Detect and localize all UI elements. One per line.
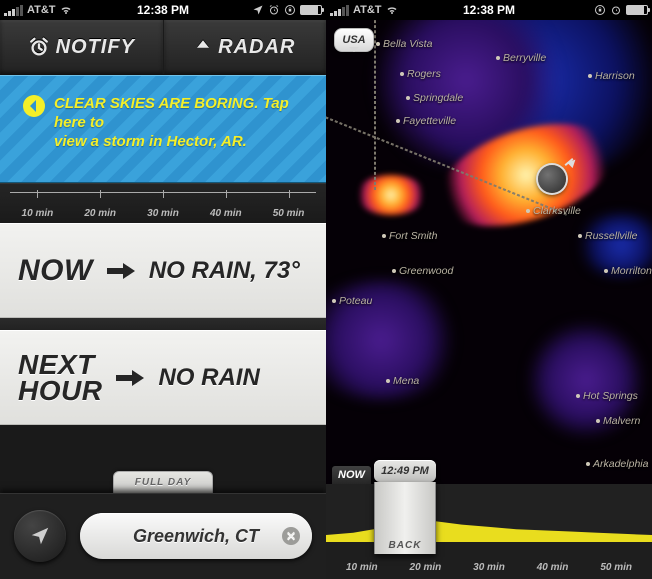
map-city-label: Fayetteville [396, 115, 456, 127]
battery-icon [626, 5, 648, 15]
status-bar: AT&T 12:38 PM [0, 0, 326, 20]
radar-ticks: 10 min 20 min 30 min 40 min 50 min [326, 562, 652, 573]
full-day-handle[interactable]: FULL DAY [113, 471, 213, 493]
radar-map[interactable]: USA Bella Vista Rogers Springdale Fayett… [326, 20, 652, 579]
tick: 20 min [394, 562, 458, 573]
orientation-lock-icon [284, 4, 296, 16]
alarm-icon [28, 36, 50, 58]
locate-button[interactable] [14, 510, 66, 562]
location-arrow-icon [29, 525, 51, 547]
map-city-label: Rogers [400, 68, 441, 80]
next-hour-value: NO RAIN [158, 364, 259, 392]
intensity-chart[interactable]: 12:49 PM BACK [326, 484, 652, 542]
now-tag: NOW [332, 466, 371, 484]
row-now[interactable]: NOW NO RAIN, 73° [0, 223, 326, 318]
carrier-label: AT&T [353, 4, 382, 16]
map-city-label: Springdale [406, 92, 463, 104]
now-value: NO RAIN, 73° [149, 257, 300, 285]
tick: 10 min [330, 562, 394, 573]
tick: 50 min [257, 208, 320, 219]
screen-radar: AT&T 12:38 PM USA Bella Vista Rogers Spr… [326, 0, 652, 579]
tick: 40 min [194, 208, 257, 219]
header-tabs: NOTIFY RADAR [0, 20, 326, 75]
hour-timeline[interactable]: 10 min 20 min 30 min 40 min 50 min [0, 183, 326, 223]
clear-location-button[interactable]: ✕ [282, 527, 300, 545]
location-pill[interactable]: Greenwich, CT ✕ [80, 513, 312, 559]
map-city-label: Mena [386, 375, 419, 387]
scrubber[interactable]: 12:49 PM BACK [374, 460, 436, 554]
map-city-label: Greenwood [392, 265, 453, 277]
tab-notify[interactable]: NOTIFY [0, 20, 164, 74]
radar-timeline: NOW 12:49 PM BACK 10 min 20 min 30 min 4… [326, 484, 652, 579]
location-text: Greenwich, CT [133, 526, 259, 547]
screen-main: AT&T 12:38 PM NOTIFY RADAR CLEAR SKIES A… [0, 0, 326, 579]
map-center-marker[interactable] [538, 165, 566, 193]
arrow-right-icon [107, 261, 135, 281]
location-services-icon [252, 4, 264, 16]
map-city-label: Bella Vista [376, 38, 432, 50]
map-city-label: Fort Smith [382, 230, 437, 242]
alarm-status-icon [268, 4, 280, 16]
now-label: NOW [18, 257, 93, 284]
tick: 30 min [457, 562, 521, 573]
tab-radar[interactable]: RADAR [164, 20, 327, 74]
banner-text: CLEAR SKIES ARE BORING. Tap here to view… [54, 94, 304, 151]
alarm-status-icon [610, 4, 622, 16]
arrow-left-circle-icon [22, 94, 46, 118]
map-city-label: Russellville [578, 230, 638, 242]
storm-banner[interactable]: CLEAR SKIES ARE BORING. Tap here to view… [0, 75, 326, 183]
signal-icon [330, 5, 349, 16]
zoom-out-usa-button[interactable]: USA [334, 28, 374, 52]
status-bar: AT&T 12:38 PM [326, 0, 652, 20]
tick: 50 min [584, 562, 648, 573]
tick: 30 min [132, 208, 195, 219]
scrubber-time: 12:49 PM [374, 460, 436, 482]
map-city-label: Berryville [496, 52, 546, 64]
tick: 20 min [69, 208, 132, 219]
map-city-label: Morrilton [604, 265, 652, 277]
map-city-label: Hot Springs [576, 390, 638, 402]
arrow-right-icon [116, 368, 144, 388]
next-hour-label: NEXT HOUR [18, 352, 102, 402]
signal-icon [4, 5, 23, 16]
battery-icon [300, 5, 322, 15]
tick: 40 min [521, 562, 585, 573]
map-city-label: Poteau [332, 295, 372, 307]
map-city-label: Malvern [596, 415, 640, 427]
map-city-label: Harrison [588, 70, 635, 82]
carrier-label: AT&T [27, 4, 56, 16]
tab-radar-label: RADAR [218, 36, 295, 59]
back-button[interactable]: BACK [374, 482, 436, 554]
wifi-icon [60, 4, 72, 16]
map-city-label: Arkadelphia [586, 458, 648, 470]
orientation-lock-icon [594, 4, 606, 16]
footer: Greenwich, CT ✕ [0, 493, 326, 579]
tab-notify-label: NOTIFY [56, 36, 135, 59]
tick: 10 min [6, 208, 69, 219]
row-next-hour[interactable]: NEXT HOUR NO RAIN [0, 330, 326, 425]
wifi-icon [386, 4, 398, 16]
map-city-label: Clarksville [526, 205, 581, 217]
radar-up-icon [194, 38, 212, 56]
